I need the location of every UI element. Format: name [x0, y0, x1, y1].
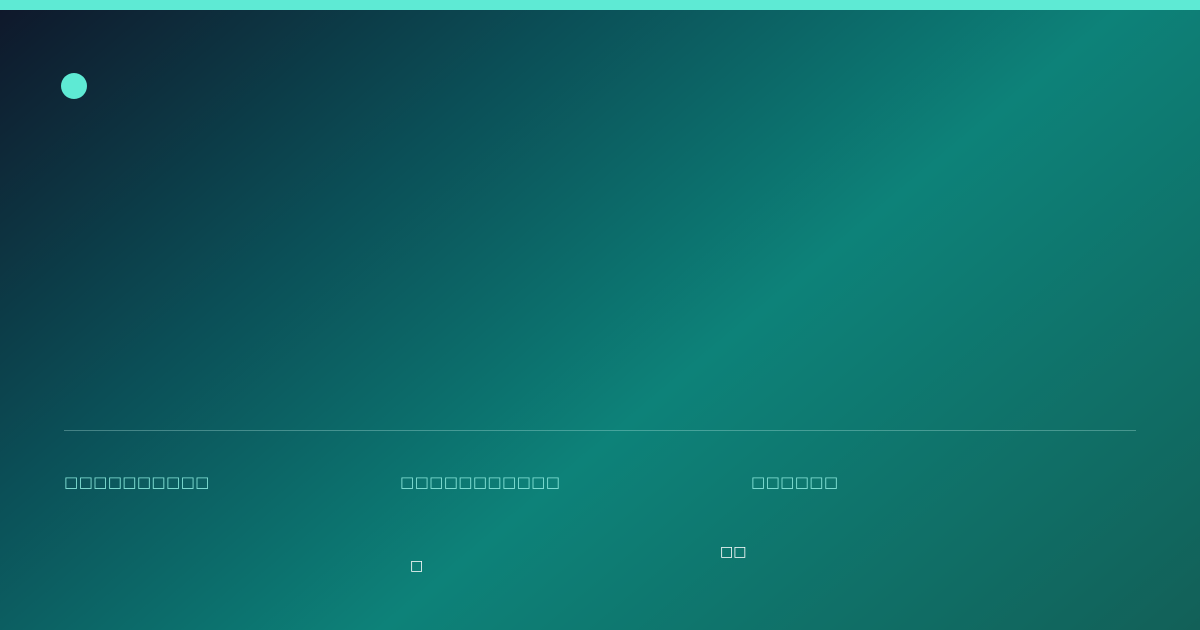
og-card: □□□□□□□□□□ □□□□□□□□□□□ □□□□□□ □□ □: [0, 0, 1200, 630]
stat-value-3: □□: [720, 544, 747, 560]
footnote-glyph: □: [410, 558, 424, 574]
divider: [64, 430, 1136, 431]
stat-label-3: □□□□□□: [751, 473, 839, 491]
top-accent-bar: [0, 0, 1200, 10]
stat-label-2: □□□□□□□□□□□: [400, 473, 561, 491]
brand-dot-icon: [61, 73, 87, 99]
stat-label-1: □□□□□□□□□□: [64, 473, 210, 491]
